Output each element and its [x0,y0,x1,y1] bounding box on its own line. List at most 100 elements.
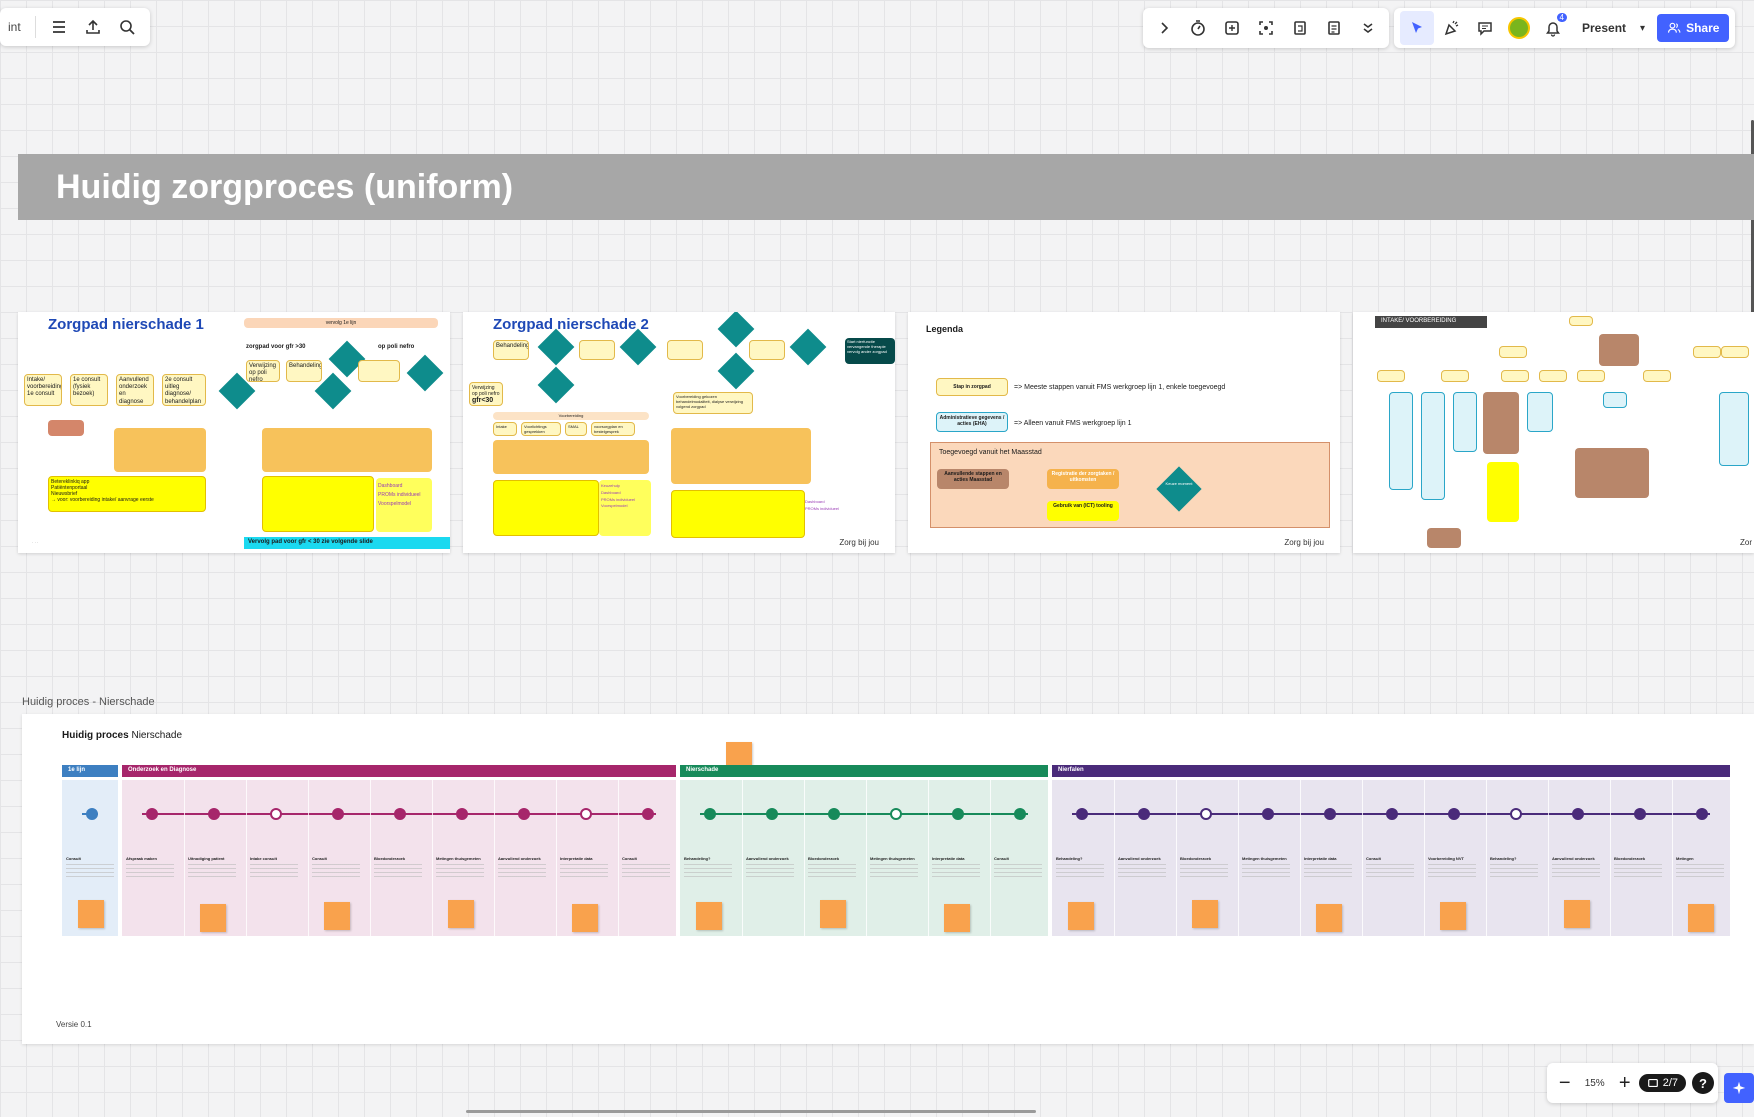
timeline-dot[interactable] [270,808,282,820]
sticky-note[interactable] [1440,902,1466,930]
timeline-dot[interactable] [1076,808,1088,820]
timeline-dot[interactable] [642,808,654,820]
sticky-note[interactable] [572,904,598,932]
chevron-right-icon[interactable] [1147,11,1181,45]
timeline-dot[interactable] [580,808,592,820]
phase-band: 1e lijn [62,765,118,777]
sticky-note[interactable] [820,900,846,928]
reactions-icon[interactable] [1434,11,1468,45]
timeline-dot[interactable] [1324,808,1336,820]
sticky-note[interactable] [944,904,970,932]
tag: PROMs individueel [805,505,840,511]
zoom-level[interactable]: 15% [1585,1078,1605,1089]
sticky-note[interactable] [1068,902,1094,930]
timeline-dot[interactable] [952,808,964,820]
timeline-dot[interactable] [518,808,530,820]
ai-assist-button[interactable] [1724,1073,1754,1103]
timeline-dot[interactable] [394,808,406,820]
slide-legenda[interactable]: Legenda Stap in zorgpad => Meeste stappe… [908,312,1340,553]
column-heading: Metingen thuisgemeten [1242,856,1287,861]
timeline-dot[interactable] [1200,808,1212,820]
horizontal-scrollbar[interactable] [466,1110,1036,1113]
process-frame[interactable]: Huidig proces Nierschade 1e lijn Consult O… [22,714,1754,1044]
sticky-note[interactable] [324,902,350,930]
sticky-note[interactable] [696,902,722,930]
timeline-dot[interactable] [1138,808,1150,820]
search-icon[interactable] [110,10,144,44]
timeline-dot[interactable] [704,808,716,820]
sticky-note[interactable] [1564,900,1590,928]
sticky-note[interactable] [1192,900,1218,928]
present-button[interactable]: Present ▾ [1576,13,1651,43]
timeline-dot[interactable] [1572,808,1584,820]
timer-icon[interactable] [1181,11,1215,45]
timeline-dot[interactable] [1386,808,1398,820]
timeline-dot[interactable] [766,808,778,820]
voting-icon[interactable] [1283,11,1317,45]
slide-zorgpad-2[interactable]: Zorgpad nierschade 2 Behandeling Start n… [463,312,895,553]
timeline-dot[interactable] [1262,808,1274,820]
column-divider [184,780,185,936]
app-box [493,480,599,536]
upload-icon[interactable] [76,10,110,44]
pill: Intake [493,422,517,436]
zoom-out-button[interactable]: − [1551,1068,1579,1098]
board-name[interactable]: int [0,20,29,34]
decision-diamond [619,328,657,366]
slide-intake[interactable]: INTAKE/ VOORBEREIDING Zor [1353,312,1754,553]
sparkle-icon [1732,1081,1746,1095]
sticky-note[interactable] [200,904,226,932]
menu-icon[interactable] [42,10,76,44]
notifications-bell-icon[interactable]: 4 [1536,11,1570,45]
poli-label: op poli nefro [378,344,415,350]
legend-admin-box: Administratieve gegevens / acties (EHA) [936,412,1008,432]
present-dropdown-chevron-icon[interactable]: ▾ [1640,23,1645,34]
avatar[interactable] [1502,11,1536,45]
tag: PROMs individueel [378,492,421,498]
timeline-dot[interactable] [1014,808,1026,820]
help-button[interactable]: ? [1692,1072,1714,1094]
sticky-note[interactable] [448,900,474,928]
decision-diamond [537,366,575,404]
column-body-text [808,864,856,880]
timeline-dot[interactable] [890,808,902,820]
timeline-dot[interactable] [146,808,158,820]
timeline-dot[interactable] [456,808,468,820]
pathway-label: zorgpad voor gfr >30 [246,344,306,350]
sticky-note[interactable] [78,900,104,928]
more-chevron-down-icon[interactable] [1351,11,1385,45]
share-button[interactable]: Share [1657,14,1730,42]
timeline-dot[interactable] [1448,808,1460,820]
comment-icon[interactable] [1468,11,1502,45]
sticky-note[interactable] [1688,904,1714,932]
verwijzing-box: Verwijzing op poli nefro gfr<30 [469,382,503,406]
column-divider [990,780,991,936]
legend-stap-box: Stap in zorgpad [936,378,1008,396]
column-divider [432,780,433,936]
maasstad-title: Toegevoegd vanuit het Maasstad [939,449,1042,456]
timeline-dot[interactable] [86,808,98,820]
timeline-dot[interactable] [1696,808,1708,820]
column-heading: Consult [1366,856,1381,861]
frame-label[interactable]: Huidig proces - Nierschade [22,696,155,708]
page-indicator[interactable]: 2/7 [1638,1074,1686,1092]
legend-diamond [1156,466,1202,512]
sticky-note[interactable] [1316,904,1342,932]
focus-icon[interactable] [1249,11,1283,45]
timeline-dot[interactable] [1634,808,1646,820]
section-banner[interactable]: Huidig zorgproces (uniform) [18,154,1754,220]
column-body-text [1614,864,1662,880]
timeline-dot[interactable] [828,808,840,820]
timeline-dot[interactable] [1510,808,1522,820]
frame-add-icon[interactable] [1215,11,1249,45]
top-collab-toolbar: 4 Present ▾ Share [1394,8,1736,48]
timeline-dot[interactable] [332,808,344,820]
step-box: Behandeling [493,340,529,360]
slide-zorgpad-1[interactable]: Zorgpad nierschade 1 vervolg 1e lijn zor… [18,312,450,553]
timeline-dot[interactable] [208,808,220,820]
tag: Dashboard [601,489,621,495]
zoom-in-button[interactable]: + [1611,1068,1639,1098]
step-box [667,340,703,360]
select-cursor-icon[interactable] [1400,11,1434,45]
notes-icon[interactable] [1317,11,1351,45]
